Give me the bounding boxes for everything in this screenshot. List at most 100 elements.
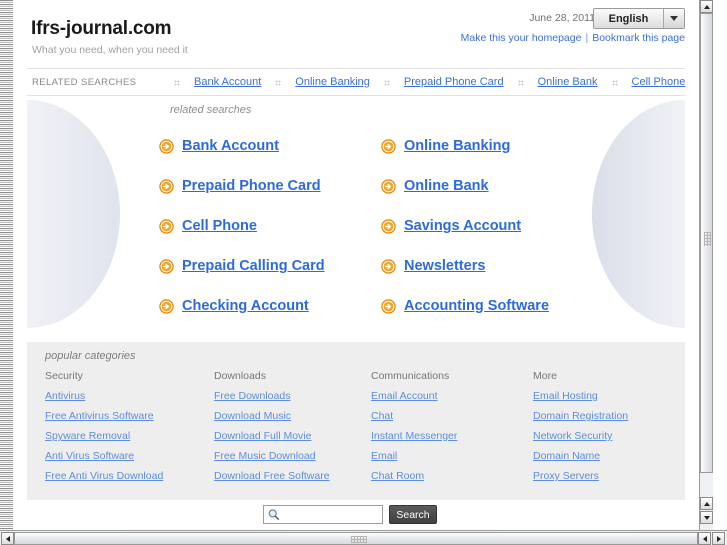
related-search-link[interactable]: Savings Account: [404, 218, 521, 234]
category-link[interactable]: Free Anti Virus Download: [45, 470, 214, 482]
category-link[interactable]: Network Security: [533, 430, 675, 442]
related-search-link[interactable]: Online Banking: [404, 138, 510, 154]
search-input[interactable]: [282, 507, 382, 522]
category-link[interactable]: Anti Virus Software: [45, 450, 214, 462]
related-search-item[interactable]: Savings Account: [381, 206, 589, 246]
category-link[interactable]: Free Downloads: [214, 390, 371, 402]
related-search-item[interactable]: Checking Account: [159, 286, 381, 326]
separator-dots-icon: [370, 75, 404, 89]
category-link[interactable]: Download Music: [214, 410, 371, 422]
related-search-link[interactable]: Accounting Software: [404, 298, 549, 314]
related-search-item[interactable]: Online Bank: [381, 166, 589, 206]
arrow-circle-right-icon: [381, 298, 396, 314]
magnifier-icon: [268, 509, 280, 520]
category-link[interactable]: Free Music Download: [214, 450, 371, 462]
related-searches-panel: related searches Bank Account Online Ban…: [27, 96, 685, 332]
related-search-item[interactable]: Prepaid Phone Card: [159, 166, 381, 206]
header-link-separator: |: [585, 32, 589, 44]
decorative-circle-right: [592, 100, 685, 328]
category-link[interactable]: Email: [371, 450, 533, 462]
category-link[interactable]: Proxy Servers: [533, 470, 675, 482]
make-homepage-link[interactable]: Make this your homepage: [461, 32, 582, 44]
rs-bar-link-online-bank[interactable]: Online Bank: [538, 76, 598, 88]
related-searches-grid: Bank Account Online Banking Prepaid Phon…: [159, 126, 589, 326]
horizontal-scrollbar-thumb[interactable]: [14, 532, 698, 545]
vertical-scrollbar-track[interactable]: [700, 13, 713, 497]
horizontal-scrollbar-track[interactable]: [14, 532, 698, 545]
scroll-left-button-right[interactable]: [698, 532, 711, 545]
scroll-up-button-bottom[interactable]: [700, 497, 713, 510]
rs-bar-link-bank-account[interactable]: Bank Account: [194, 76, 261, 88]
arrow-circle-right-icon: [159, 138, 174, 154]
decorative-circle-left: [27, 100, 120, 328]
language-select-label: English: [608, 12, 649, 25]
category-link[interactable]: Spyware Removal: [45, 430, 214, 442]
vertical-scrollbar[interactable]: [699, 0, 713, 530]
separator-dots-icon: [261, 75, 295, 89]
related-search-link[interactable]: Bank Account: [182, 138, 279, 154]
site-header: Ifrs-journal.com What you need, when you…: [13, 0, 699, 68]
site-title: Ifrs-journal.com: [31, 18, 172, 39]
horizontal-scrollbar[interactable]: [0, 530, 727, 545]
arrow-circle-right-icon: [159, 298, 174, 314]
related-search-item[interactable]: Prepaid Calling Card: [159, 246, 381, 286]
category-link[interactable]: Domain Name: [533, 450, 675, 462]
category-column-downloads: Downloads Free Downloads Download Music …: [214, 370, 371, 490]
header-links: Make this your homepage | Bookmark this pa…: [461, 32, 685, 44]
category-link[interactable]: Chat: [371, 410, 533, 422]
related-search-link[interactable]: Cell Phone: [182, 218, 257, 234]
arrow-circle-right-icon: [159, 178, 174, 194]
popular-categories-columns: Security Antivirus Free Antivirus Softwa…: [45, 370, 675, 490]
left-gutter-stripe: [0, 0, 13, 530]
scrollbar-grip-icon: [704, 232, 711, 246]
search-input-wrapper[interactable]: [263, 505, 383, 524]
related-search-link[interactable]: Online Bank: [404, 178, 489, 194]
related-search-link[interactable]: Prepaid Phone Card: [182, 178, 321, 194]
scrollbar-grip-icon: [351, 536, 367, 543]
category-link[interactable]: Antivirus: [45, 390, 214, 402]
related-search-item[interactable]: Bank Account: [159, 126, 381, 166]
language-select[interactable]: English: [593, 8, 685, 29]
related-search-link[interactable]: Checking Account: [182, 298, 309, 314]
rs-bar-link-cell-phone[interactable]: Cell Phone: [632, 76, 686, 88]
chevron-down-icon[interactable]: [663, 9, 684, 28]
rs-bar-link-online-banking[interactable]: Online Banking: [295, 76, 370, 88]
scroll-left-button[interactable]: [1, 532, 14, 545]
scroll-up-button[interactable]: [700, 0, 713, 13]
category-link[interactable]: Email Account: [371, 390, 533, 402]
category-link[interactable]: Email Hosting: [533, 390, 675, 402]
category-link[interactable]: Domain Registration: [533, 410, 675, 422]
scroll-down-button[interactable]: [700, 511, 713, 524]
category-heading: Downloads: [214, 370, 266, 382]
rs-bar-link-prepaid-phone-card[interactable]: Prepaid Phone Card: [404, 76, 504, 88]
category-heading: Security: [45, 370, 83, 382]
popular-categories-caption: popular categories: [45, 350, 136, 362]
category-link[interactable]: Instant Messenger: [371, 430, 533, 442]
vertical-scrollbar-thumb[interactable]: [700, 13, 713, 473]
related-search-link[interactable]: Prepaid Calling Card: [182, 258, 325, 274]
category-column-security: Security Antivirus Free Antivirus Softwa…: [45, 370, 214, 490]
page-canvas: Ifrs-journal.com What you need, when you…: [13, 0, 713, 530]
arrow-circle-right-icon: [381, 138, 396, 154]
related-search-link[interactable]: Newsletters: [404, 258, 485, 274]
category-heading: More: [533, 370, 557, 382]
arrow-circle-right-icon: [159, 258, 174, 274]
separator-dots-icon: [160, 75, 194, 89]
related-search-item[interactable]: Newsletters: [381, 246, 589, 286]
arrow-circle-right-icon: [381, 178, 396, 194]
related-search-item[interactable]: Online Banking: [381, 126, 589, 166]
search-button[interactable]: Search: [389, 505, 437, 524]
related-searches-bar: RELATED SEARCHES Bank Account Online Ban…: [27, 68, 685, 96]
related-search-item[interactable]: Cell Phone: [159, 206, 381, 246]
category-link[interactable]: Chat Room: [371, 470, 533, 482]
category-link[interactable]: Download Free Software: [214, 470, 371, 482]
caret-down-shape: [670, 16, 678, 21]
category-link[interactable]: Download Full Movie: [214, 430, 371, 442]
scroll-right-button[interactable]: [712, 532, 725, 545]
current-date: June 28, 2011: [529, 12, 595, 24]
category-link[interactable]: Free Antivirus Software: [45, 410, 214, 422]
popular-categories-panel: popular categories Security Antivirus Fr…: [27, 342, 685, 500]
bookmark-page-link[interactable]: Bookmark this page: [592, 32, 685, 44]
related-searches-bar-label: RELATED SEARCHES: [32, 76, 137, 88]
related-search-item[interactable]: Accounting Software: [381, 286, 589, 326]
